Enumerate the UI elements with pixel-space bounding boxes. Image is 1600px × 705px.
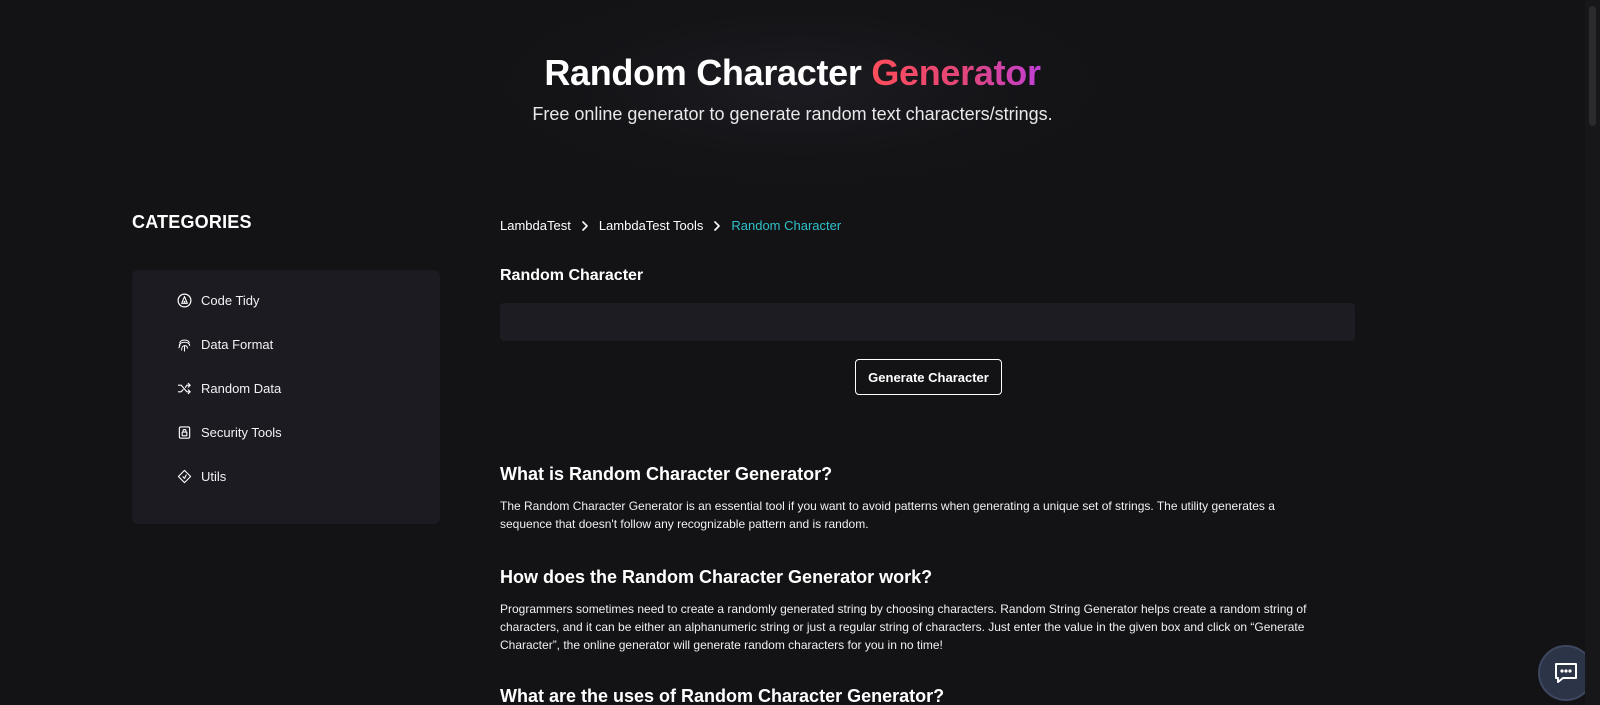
scrollbar[interactable] <box>1585 0 1600 705</box>
section-paragraph-how-it-works: Programmers sometimes need to create a r… <box>500 600 1360 654</box>
code-tidy-icon <box>176 292 192 308</box>
shuffle-icon <box>176 380 192 396</box>
paragraph-line: The Random Character Generator is an ess… <box>500 499 1275 513</box>
paragraph-line: Character”, the online generator will ge… <box>500 638 943 652</box>
chat-icon <box>1553 661 1579 685</box>
page-title-accent: Generator <box>871 52 1041 93</box>
sidebar-item-code-tidy[interactable]: Code Tidy <box>176 292 260 308</box>
sidebar-item-label: Code Tidy <box>201 292 260 308</box>
breadcrumb: LambdaTest LambdaTest Tools Random Chara… <box>500 218 841 233</box>
sidebar-item-utils[interactable]: Utils <box>176 468 226 484</box>
random-character-output[interactable] <box>500 303 1355 341</box>
sidebar-item-label: Random Data <box>201 380 282 396</box>
sidebar-item-random-data[interactable]: Random Data <box>176 380 281 396</box>
breadcrumb-link-lambdatest-tools[interactable]: LambdaTest Tools <box>599 218 704 233</box>
categories-heading: CATEGORIES <box>132 212 252 232</box>
page-subtitle: Free online generator to generate random… <box>532 104 1053 124</box>
sidebar-item-label: Utils <box>201 468 227 484</box>
section-heading-how-it-works: How does the Random Character Generator … <box>500 567 933 587</box>
page-title: Random Character Generator <box>0 52 1585 94</box>
page-title-main: Random Character <box>544 52 872 93</box>
paragraph-line: characters, and it can be either an alph… <box>500 620 1305 634</box>
scrollbar-thumb[interactable] <box>1589 6 1596 126</box>
sidebar-item-label: Security Tools <box>201 424 282 440</box>
page: Random Character Generator Free online g… <box>0 0 1585 705</box>
chevron-right-icon <box>713 220 721 231</box>
sidebar-item-label: Data Format <box>201 336 274 352</box>
categories-panel: Code Tidy Data Format Random Data Securi… <box>132 270 440 524</box>
paragraph-line: sequence that doesn't follow any recogni… <box>500 517 869 531</box>
fingerprint-icon <box>176 336 192 352</box>
breadcrumb-link-lambdatest[interactable]: LambdaTest <box>500 218 571 233</box>
diamond-icon <box>176 468 192 484</box>
section-paragraph-what-is: The Random Character Generator is an ess… <box>500 497 1360 533</box>
breadcrumb-current: Random Character <box>731 218 842 233</box>
sidebar-item-data-format[interactable]: Data Format <box>176 336 273 352</box>
paragraph-line: Programmers sometimes need to create a r… <box>500 602 1307 616</box>
lock-icon <box>176 424 192 440</box>
sidebar-item-security-tools[interactable]: Security Tools <box>176 424 282 440</box>
section-heading-uses: What are the uses of Random Character Ge… <box>500 686 945 705</box>
generate-character-button[interactable]: Generate Character <box>855 359 1002 395</box>
tool-label: Random Character <box>500 267 644 284</box>
chevron-right-icon <box>581 220 589 231</box>
section-heading-what-is: What is Random Character Generator? <box>500 464 833 484</box>
